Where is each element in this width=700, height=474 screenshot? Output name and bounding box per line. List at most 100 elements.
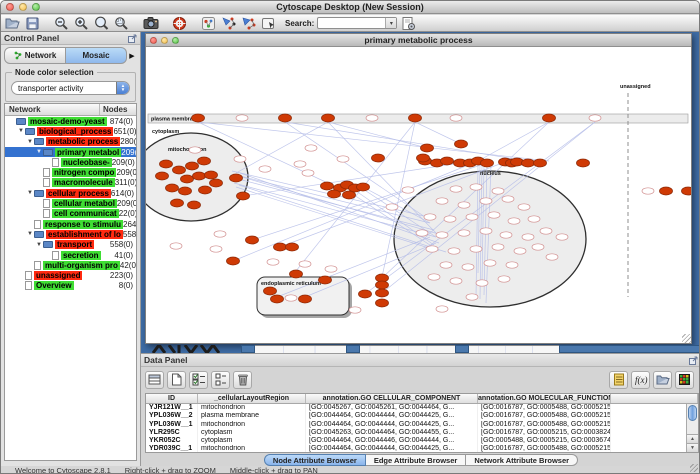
search-combo[interactable]: ▾ xyxy=(317,17,397,29)
node-selected[interactable] xyxy=(181,175,194,183)
node[interactable] xyxy=(514,248,526,254)
node[interactable] xyxy=(488,212,500,218)
node-selected[interactable] xyxy=(171,199,184,207)
node[interactable] xyxy=(518,204,530,210)
delete-attribute-button[interactable] xyxy=(233,371,252,389)
node[interactable] xyxy=(436,306,448,312)
node[interactable] xyxy=(532,244,544,250)
node[interactable] xyxy=(546,254,558,260)
new-attribute-button[interactable] xyxy=(167,371,186,389)
node[interactable] xyxy=(444,216,456,222)
tree-row-cellular-metabol[interactable]: cellular metabol209(0) xyxy=(5,198,136,208)
node-selected[interactable] xyxy=(198,157,211,165)
node-selected[interactable] xyxy=(682,187,692,195)
save-button[interactable] xyxy=(24,16,41,31)
node-selected[interactable] xyxy=(376,299,389,307)
node-selected[interactable] xyxy=(577,159,590,167)
node[interactable] xyxy=(189,147,201,153)
node[interactable] xyxy=(642,188,654,194)
tree-row-multi-organism-pro[interactable]: multi-organism pro42(0) xyxy=(5,260,136,270)
node[interactable] xyxy=(470,184,482,190)
table-row-ykr052c[interactable]: YKR052Ccytoplasm[GO:0044464, GO:0044446,… xyxy=(146,437,698,445)
node-selected[interactable] xyxy=(173,166,186,174)
tree-row-cell-communicat[interactable]: cell communicat22(0) xyxy=(5,209,136,219)
table-row-ydr039c__1[interactable]: YDR039C__1mitochondrion[GO:0044464, GO:0… xyxy=(146,445,698,453)
table-row-ylr295c[interactable]: YLR295Ccytoplasm[GO:0045263, GO:0044464,… xyxy=(146,429,698,437)
zoom-fit-button[interactable] xyxy=(93,16,110,31)
tree-row-metabolic-process[interactable]: ▼metabolic process280(0) xyxy=(5,137,136,147)
node[interactable] xyxy=(170,243,182,249)
node-selected[interactable] xyxy=(409,114,422,122)
expand-arrow-icon[interactable]: ▼ xyxy=(26,190,34,196)
node[interactable] xyxy=(450,186,462,192)
node-selected[interactable] xyxy=(205,171,218,179)
node[interactable] xyxy=(440,262,452,268)
node[interactable] xyxy=(466,294,478,300)
tab-edge-attribute-browser[interactable]: Edge Attribute Browser xyxy=(366,454,466,466)
node-selected[interactable] xyxy=(534,159,547,167)
node-selected[interactable] xyxy=(376,289,389,297)
tab-node-attribute-browser[interactable]: Node Attribute Browser xyxy=(264,454,366,466)
node[interactable] xyxy=(299,261,311,267)
node-selected[interactable] xyxy=(192,114,205,122)
window-resize-grip[interactable] xyxy=(682,334,691,343)
node[interactable] xyxy=(236,115,248,121)
node[interactable] xyxy=(506,262,518,268)
node[interactable] xyxy=(528,216,540,222)
node-selected[interactable] xyxy=(274,243,287,251)
node-selected[interactable] xyxy=(246,236,259,244)
node-selected[interactable] xyxy=(522,159,535,167)
zoom-region-button[interactable] xyxy=(113,16,130,31)
node[interactable] xyxy=(416,230,428,236)
node[interactable] xyxy=(210,246,222,252)
zoom-out-button[interactable] xyxy=(53,16,70,31)
node-selected[interactable] xyxy=(271,295,284,303)
tree-row-primary-metabol[interactable]: ▼primary metabol209(... xyxy=(5,147,136,157)
node-selected[interactable] xyxy=(343,191,356,199)
node[interactable] xyxy=(540,228,552,234)
node-color-dropdown[interactable]: transporter activity ▲▼ xyxy=(11,81,130,95)
node-selected[interactable] xyxy=(156,172,169,180)
node-selected[interactable] xyxy=(264,287,277,295)
expand-arrow-icon[interactable]: ▼ xyxy=(26,139,34,145)
node[interactable] xyxy=(466,214,478,220)
node-selected[interactable] xyxy=(160,160,173,168)
scroll-down-arrow[interactable]: ▼ xyxy=(687,443,698,452)
node[interactable] xyxy=(448,248,460,254)
background-window-edge[interactable] xyxy=(346,345,360,353)
tab-mosaic[interactable]: Mosaic xyxy=(66,47,127,64)
expand-arrow-icon[interactable]: ▼ xyxy=(26,231,34,237)
table-row-yjr121w__1[interactable]: YJR121W__1mitochondrion[GO:0045267, GO:0… xyxy=(146,404,698,412)
tree-row-nitrogen-compo[interactable]: nitrogen compo209(0) xyxy=(5,167,136,177)
node-selected[interactable] xyxy=(421,144,434,152)
node[interactable] xyxy=(214,231,226,237)
expand-arrow-icon[interactable]: ▼ xyxy=(35,242,43,248)
attribute-matrix-button[interactable] xyxy=(675,371,694,389)
node[interactable] xyxy=(267,259,279,265)
node-selected[interactable] xyxy=(188,201,201,209)
expand-arrow-icon[interactable]: ▼ xyxy=(35,149,43,155)
search-options-button[interactable] xyxy=(400,16,417,31)
node[interactable] xyxy=(470,246,482,252)
node[interactable] xyxy=(522,234,534,240)
zoom-in-button[interactable] xyxy=(73,16,90,31)
expand-arrow-icon[interactable]: ▼ xyxy=(17,128,25,134)
tree-row-macromolecule[interactable]: macromolecule311(0) xyxy=(5,178,136,188)
node[interactable] xyxy=(366,115,378,121)
node-selected[interactable] xyxy=(237,192,250,200)
node[interactable] xyxy=(259,166,271,172)
edge[interactable] xyxy=(285,122,540,163)
search-dropdown-arrow[interactable]: ▾ xyxy=(385,18,396,28)
tree-column-network[interactable]: Network xyxy=(5,104,100,115)
table-row-ypl036w__2[interactable]: YPL036W__2plasma membrane[GO:0044464, GO… xyxy=(146,412,698,420)
node[interactable] xyxy=(402,187,414,193)
tab-overflow-arrow[interactable]: ▶ xyxy=(127,47,137,64)
node-selected[interactable] xyxy=(279,114,292,122)
network-canvas[interactable]: plasma membranecytoplasmmitochondrionnuc… xyxy=(146,47,691,343)
node[interactable] xyxy=(480,198,492,204)
node[interactable] xyxy=(450,278,462,284)
node-selected[interactable] xyxy=(417,154,430,162)
node-selected[interactable] xyxy=(193,172,206,180)
layout-a-button[interactable] xyxy=(220,16,237,31)
node-selected[interactable] xyxy=(328,190,341,198)
